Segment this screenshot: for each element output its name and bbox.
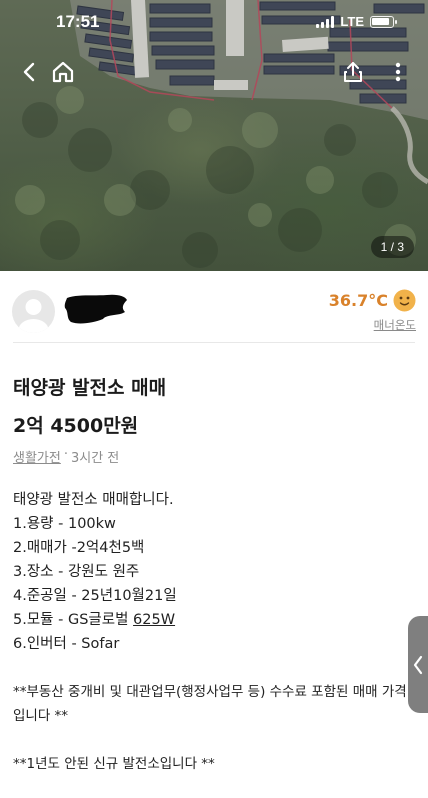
home-button[interactable] — [47, 56, 79, 88]
new-plant-note: **1년도 안된 신규 발전소입니다 ** — [13, 756, 215, 772]
chevron-left-icon — [23, 62, 35, 82]
fee-note: **부동산 중개비 및 대관업무(행정사업무 등) 수수료 포함된 매매 가격입… — [13, 684, 407, 724]
post-description: 태양광 발전소 매매합니다. 1.용량 - 100kw 2.매매가 -2억4천5… — [13, 488, 413, 656]
cellular-signal-icon — [316, 15, 335, 28]
listing-photo[interactable]: 17:51 LTE 1 / 3 — [0, 0, 428, 271]
battery-icon — [370, 15, 397, 28]
chevron-left-icon — [413, 655, 423, 674]
back-button[interactable] — [14, 56, 46, 88]
posted-time: 3시간 전 — [70, 451, 120, 466]
more-vertical-icon — [395, 62, 401, 82]
photo-counter: 1 / 3 — [370, 236, 414, 258]
module-wattage: 625W — [133, 612, 176, 628]
smiley-face-icon — [393, 289, 416, 312]
post-title: 태양광 발전소 매매 — [13, 377, 167, 399]
description-line: 6.인버터 - Sofar — [13, 636, 120, 652]
description-line-module: 5.모듈 - GS글로벌 625W — [13, 608, 413, 632]
meta-separator: · — [63, 447, 68, 462]
description-line: 4.준공일 - 25년10월21일 — [13, 588, 177, 604]
share-button[interactable] — [337, 56, 369, 88]
manner-temperature-link[interactable]: 매너온도 — [374, 317, 416, 333]
description-line: 1.용량 - 100kw — [13, 516, 116, 532]
description-line: 3.장소 - 강원도 원주 — [13, 564, 140, 580]
post-price: 2억 4500만원 — [13, 415, 139, 437]
module-text: 5.모듈 - GS글로벌 — [13, 612, 134, 628]
home-icon — [52, 61, 74, 83]
side-drawer-handle[interactable] — [408, 616, 428, 713]
status-bar: 17:51 LTE — [0, 0, 428, 44]
share-icon — [344, 62, 362, 82]
avatar[interactable] — [12, 290, 55, 333]
redacted-seller-name — [64, 294, 127, 324]
default-avatar-icon — [18, 299, 49, 333]
status-indicators: LTE — [316, 14, 397, 29]
description-line: 태양광 발전소 매매합니다. — [13, 492, 174, 508]
more-options-button[interactable] — [382, 56, 414, 88]
network-type-label: LTE — [340, 14, 364, 29]
description-line: 2.매매가 -2억4천5백 — [13, 540, 145, 556]
manner-temperature: 36.7°C — [328, 291, 388, 310]
seller-profile-row[interactable]: 36.7°C 매너온도 — [0, 271, 428, 343]
status-time: 17:51 — [56, 12, 100, 31]
section-divider — [13, 342, 415, 343]
category-link[interactable]: 생활가전 — [13, 447, 61, 466]
post-meta: 생활가전 · 3시간 전 — [13, 447, 119, 466]
